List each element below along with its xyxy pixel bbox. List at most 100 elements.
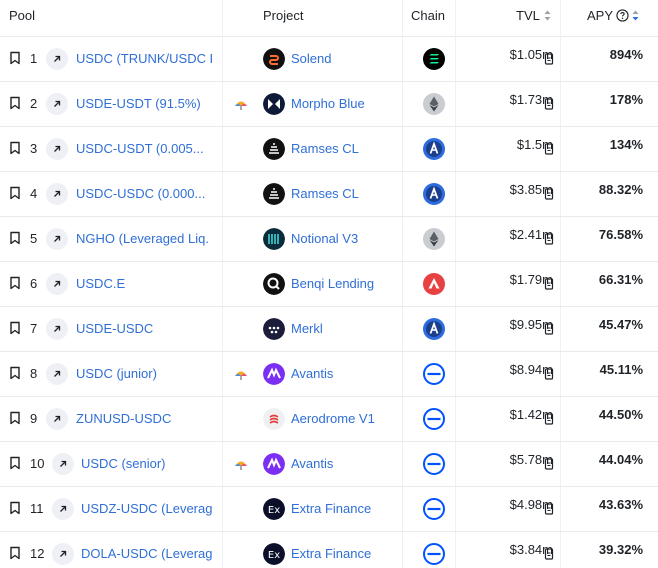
tvl-breakdown-icon[interactable] [544,322,554,335]
project-name-link[interactable]: Ramses CL [291,141,359,156]
bookmark-icon[interactable] [9,96,21,110]
ethereum-chain-icon [423,228,445,250]
tvl-breakdown-icon[interactable] [544,52,554,65]
open-pool-icon[interactable] [46,183,68,205]
project-name-link[interactable]: Avantis [291,456,333,471]
tvl-column-header[interactable]: TVL [516,8,551,23]
open-pool-icon[interactable] [46,273,68,295]
pool-column-header: Pool [9,8,36,23]
open-pool-icon[interactable] [46,363,68,385]
tvl-breakdown-icon[interactable] [544,547,554,560]
table-row[interactable]: 4 USDC-USDC (0.000... Ramses CL $3.85m 88.32… [0,172,658,217]
pool-name-link[interactable]: USDC-USDC (0.000... [76,186,212,201]
bookmark-icon[interactable] [9,366,21,380]
rank-number: 1 [30,51,38,66]
rank-number: 7 [30,321,38,336]
apy-value: 178% [609,92,643,107]
project-name-link[interactable]: Notional V3 [291,231,358,246]
pool-name-link[interactable]: USDC (junior) [76,366,212,381]
bookmark-icon[interactable] [9,186,21,200]
apy-header-label: APY [587,8,614,23]
solana-chain-icon [423,48,445,70]
apy-value: 44.50% [598,407,643,422]
yield-pools-table: Pool Project Chain TVL APY 1 USDC (TRUNK/… [0,0,658,568]
base-chain-icon [423,363,445,385]
project-name-link[interactable]: Ramses CL [291,186,359,201]
table-row[interactable]: 8 USDC (junior) Avantis $8.94m 45.11% [0,352,658,397]
table-row[interactable]: 11 USDZ-USDC (Leverag Ex Extra Finance $4.98… [0,487,658,532]
tvl-breakdown-icon[interactable] [544,97,554,110]
bookmark-icon[interactable] [9,276,21,290]
project-name-link[interactable]: Morpho Blue [291,96,365,111]
open-pool-icon[interactable] [46,93,68,115]
project-name-link[interactable]: Extra Finance [291,546,371,561]
open-pool-icon[interactable] [52,543,74,565]
pool-name-link[interactable]: USDC (senior) [81,456,212,471]
project-column-header: Project [263,8,304,23]
project-name-link[interactable]: Extra Finance [291,501,371,516]
pool-name-link[interactable]: NGHO (Leveraged Liq. [76,231,212,246]
bookmark-icon[interactable] [9,456,21,470]
pool-name-link[interactable]: USDC.E [76,276,212,291]
apy-column-header[interactable]: APY [587,8,639,23]
tvl-breakdown-icon[interactable] [544,367,554,380]
tvl-breakdown-icon[interactable] [544,502,554,515]
tvl-breakdown-icon[interactable] [544,232,554,245]
project-name-link[interactable]: Solend [291,51,331,66]
bookmark-icon[interactable] [9,141,21,155]
avantis-logo [263,453,285,475]
open-pool-icon[interactable] [46,138,68,160]
table-row[interactable]: 10 USDC (senior) Avantis $5.78m 44.04% [0,442,658,487]
tvl-breakdown-icon[interactable] [544,412,554,425]
pool-name-link[interactable]: USDE-USDC [76,321,212,336]
open-pool-icon[interactable] [46,408,68,430]
pool-name-link[interactable]: USDC (TRUNK/USDC P [76,51,212,66]
tvl-breakdown-icon[interactable] [544,142,554,155]
pool-name-link[interactable]: USDC-USDT (0.005... [76,141,212,156]
project-name-link[interactable]: Avantis [291,366,333,381]
bookmark-icon[interactable] [9,411,21,425]
help-icon[interactable] [616,9,629,22]
bookmark-icon[interactable] [9,321,21,335]
open-pool-icon[interactable] [46,228,68,250]
table-row[interactable]: 2 USDE-USDT (91.5%) Morpho Blue $1.73m 178% [0,82,658,127]
apy-value: 76.58% [598,227,643,242]
open-pool-icon[interactable] [52,453,74,475]
chain-column-header: Chain [411,8,445,23]
umbrella-icon [234,98,248,110]
project-name-link[interactable]: Aerodrome V1 [291,411,375,426]
bookmark-icon[interactable] [9,501,21,515]
table-row[interactable]: 9 ZUNUSD-USDC Aerodrome V1 $1.42m 44.50% [0,397,658,442]
bookmark-icon[interactable] [9,546,21,560]
tvl-breakdown-icon[interactable] [544,457,554,470]
pool-name-link[interactable]: DOLA-USDC (Leverag [81,546,212,561]
apy-value: 894% [609,47,643,62]
pool-name-link[interactable]: USDZ-USDC (Leverag [81,501,212,516]
table-row[interactable]: 5 NGHO (Leveraged Liq. Notional V3 $2.41m 76… [0,217,658,262]
project-name-link[interactable]: Benqi Lending [291,276,374,291]
open-pool-icon[interactable] [46,318,68,340]
extra-finance-logo: Ex [263,543,285,565]
open-pool-icon[interactable] [46,48,68,70]
base-chain-icon [423,543,445,565]
table-row[interactable]: 6 USDC.E Benqi Lending $1.79m 66.31% [0,262,658,307]
open-pool-icon[interactable] [52,498,74,520]
table-row[interactable]: 7 USDE-USDC Merkl $9.95m 45.47% [0,307,658,352]
base-chain-icon [423,408,445,430]
rank-number: 12 [30,546,45,561]
pool-name-link[interactable]: USDE-USDT (91.5%) [76,96,212,111]
arbitrum-chain-icon [423,318,445,340]
sort-icon-active[interactable] [632,10,639,21]
bookmark-icon[interactable] [9,51,21,65]
table-row[interactable]: 3 USDC-USDT (0.005... Ramses CL $1.5m 134% [0,127,658,172]
sort-icon[interactable] [544,10,551,21]
table-row[interactable]: 1 USDC (TRUNK/USDC P Solend $1.05m 894% [0,37,658,82]
apy-value: 45.11% [599,362,643,377]
pool-name-link[interactable]: ZUNUSD-USDC [76,411,212,426]
table-row[interactable]: 12 DOLA-USDC (Leverag Ex Extra Finance $3.84… [0,532,658,568]
tvl-breakdown-icon[interactable] [544,277,554,290]
project-name-link[interactable]: Merkl [291,321,323,336]
bookmark-icon[interactable] [9,231,21,245]
tvl-breakdown-icon[interactable] [544,187,554,200]
umbrella-icon [234,368,248,380]
